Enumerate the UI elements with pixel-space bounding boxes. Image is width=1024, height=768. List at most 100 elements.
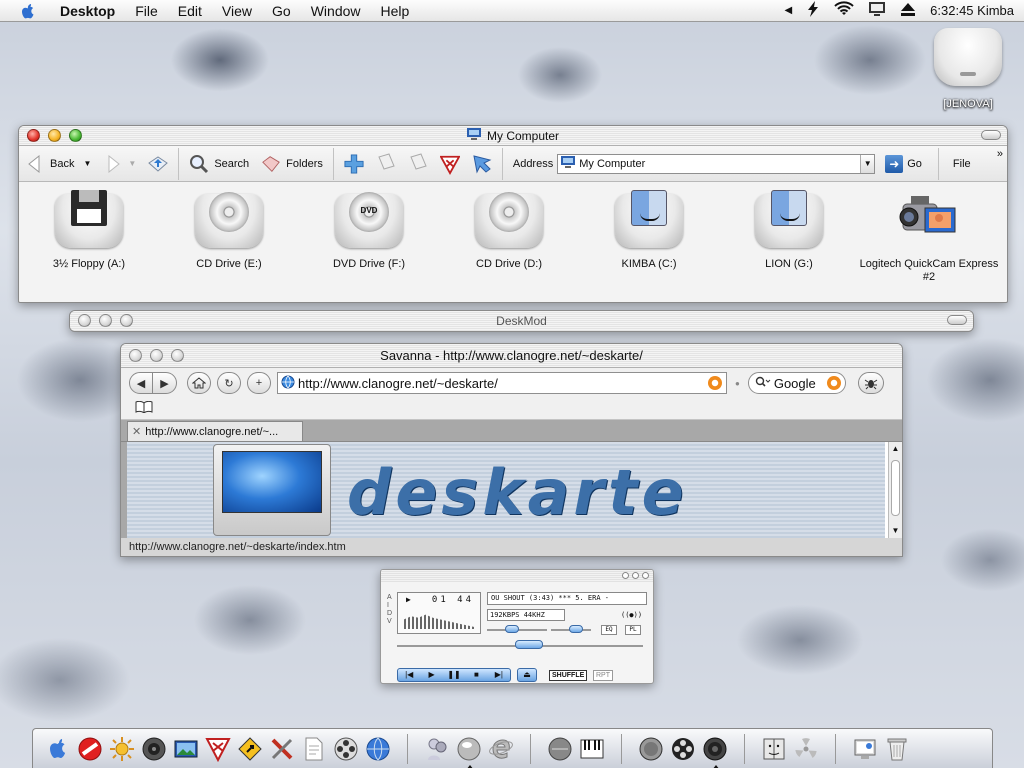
browser-forward-button[interactable]: ▶ [153, 372, 177, 394]
back-button[interactable]: Back ▼ [19, 150, 97, 178]
dock-finder[interactable] [43, 734, 73, 764]
drive-dvd-f[interactable]: DVD DVD Drive (F:) [299, 188, 439, 284]
close-button[interactable] [129, 349, 142, 362]
desktop-drive-jenova[interactable]: [JENOVA] [932, 28, 1004, 110]
side-letter[interactable]: V [387, 618, 395, 626]
file-menu-button[interactable]: File [953, 158, 971, 170]
dock-film-reel[interactable] [331, 734, 361, 764]
url-field[interactable]: http://www.clanogre.net/~deskarte/ [277, 372, 727, 394]
bookmarks-book-icon[interactable] [135, 400, 153, 416]
dock-radiation[interactable] [791, 734, 821, 764]
deskarte-banner[interactable]: deskarte [127, 442, 885, 538]
move-to-button[interactable] [338, 150, 370, 178]
minimize-button[interactable] [150, 349, 163, 362]
dock-globe[interactable] [363, 734, 393, 764]
drive-cd-d[interactable]: CD Drive (D:) [439, 188, 579, 284]
eject-button[interactable]: ⏏ [517, 668, 537, 682]
dock-keyboard[interactable] [577, 734, 607, 764]
drive-lion-g[interactable]: LION (G:) [719, 188, 859, 284]
dock-tools[interactable] [267, 734, 297, 764]
zoom-button[interactable] [69, 129, 82, 142]
folders-button[interactable]: Folders [255, 150, 329, 178]
pause-button[interactable]: ❚❚ [443, 669, 465, 681]
dock-ie[interactable] [486, 734, 516, 764]
back-dropdown-icon[interactable]: ▼ [83, 159, 91, 168]
dock-sun[interactable] [107, 734, 137, 764]
drive-floppy-a[interactable]: 3½ Floppy (A:) [19, 188, 159, 284]
player-close-button[interactable] [642, 572, 649, 579]
dock-people[interactable] [422, 734, 452, 764]
undo-button[interactable] [466, 150, 498, 178]
playlist-button[interactable]: PL [625, 625, 641, 635]
resize-grip-icon[interactable]: ● [735, 379, 740, 388]
web-search-field[interactable]: Google [747, 372, 846, 394]
dock-orb[interactable] [454, 734, 484, 768]
paste-button[interactable] [402, 150, 434, 178]
window-titlebar[interactable]: My Computer [19, 126, 1007, 146]
copy-to-button[interactable] [370, 150, 402, 178]
dock-document[interactable] [299, 734, 329, 764]
dock-speaker-cone[interactable] [700, 734, 730, 768]
play-button[interactable]: ▶ [420, 669, 442, 681]
dock-warning[interactable] [235, 734, 265, 764]
player-options-button[interactable] [622, 572, 629, 579]
menu-clock[interactable]: 6:32:45 Kimba [930, 3, 1014, 18]
forward-button[interactable]: ▼ [97, 150, 142, 178]
tab-close-icon[interactable]: ✕ [132, 425, 141, 438]
menu-extra-arrow-icon[interactable]: ◀ [784, 5, 792, 16]
window-titlebar[interactable]: Savanna - http://www.clanogre.net/~deska… [121, 344, 902, 368]
eject-icon[interactable] [900, 1, 916, 20]
address-dropdown-icon[interactable]: ▼ [860, 154, 875, 173]
side-letter[interactable]: I [387, 602, 395, 610]
wifi-icon[interactable] [834, 1, 854, 20]
dock-disk[interactable] [636, 734, 666, 764]
apple-menu-icon[interactable] [20, 2, 42, 20]
dock-speaker[interactable] [139, 734, 169, 764]
shuffle-button[interactable]: SHUFFLE [549, 670, 588, 681]
search-go-icon[interactable] [826, 376, 841, 390]
bolt-icon[interactable] [806, 1, 820, 20]
delete-button[interactable] [434, 150, 466, 178]
menu-edit[interactable]: Edit [168, 3, 212, 19]
player-shade-button[interactable] [632, 572, 639, 579]
url-go-icon[interactable] [708, 376, 722, 390]
zoom-button[interactable] [171, 349, 184, 362]
toolbar-overflow-icon[interactable]: » [997, 148, 1003, 160]
menu-file[interactable]: File [125, 3, 168, 19]
add-bookmark-button[interactable]: + [247, 372, 271, 394]
drive-kimba-c[interactable]: KIMBA (C:) [579, 188, 719, 284]
stop-button[interactable]: ■ [465, 669, 487, 681]
drive-cd-e[interactable]: CD Drive (E:) [159, 188, 299, 284]
side-letter[interactable]: A [387, 594, 395, 602]
home-button[interactable] [187, 372, 211, 394]
menu-window[interactable]: Window [301, 3, 371, 19]
dock-delete[interactable] [203, 734, 233, 764]
search-button[interactable]: Search [183, 150, 255, 178]
toolbar-toggle-button[interactable] [947, 315, 967, 325]
eq-button[interactable]: EQ [601, 625, 617, 635]
browser-back-button[interactable]: ◀ [129, 372, 153, 394]
scroll-thumb[interactable] [891, 460, 900, 516]
bug-report-button[interactable] [857, 372, 884, 394]
dock-stop[interactable] [75, 734, 105, 764]
zoom-button[interactable] [120, 314, 133, 327]
menu-help[interactable]: Help [371, 3, 420, 19]
seek-knob[interactable] [515, 640, 543, 649]
side-letter[interactable]: D [387, 610, 395, 618]
up-folder-button[interactable] [142, 150, 174, 178]
toolbar-toggle-button[interactable] [981, 130, 1001, 140]
volume-knob[interactable] [505, 625, 519, 633]
minimize-button[interactable] [99, 314, 112, 327]
browser-tab[interactable]: ✕ http://www.clanogre.net/~... [127, 421, 303, 441]
dock-picture[interactable] [171, 734, 201, 764]
scroll-down-icon[interactable]: ▼ [889, 524, 902, 538]
minimize-button[interactable] [48, 129, 61, 142]
window-titlebar[interactable]: DeskMod [70, 311, 973, 331]
vertical-scrollbar[interactable]: ▲ ▼ [888, 442, 902, 538]
previous-button[interactable]: |◀ [398, 669, 420, 681]
repeat-button[interactable]: RPT [593, 670, 613, 681]
dock-reel[interactable] [668, 734, 698, 764]
dock-trash[interactable] [882, 734, 912, 764]
player-titlebar[interactable] [381, 570, 653, 582]
next-button[interactable]: ▶| [488, 669, 510, 681]
